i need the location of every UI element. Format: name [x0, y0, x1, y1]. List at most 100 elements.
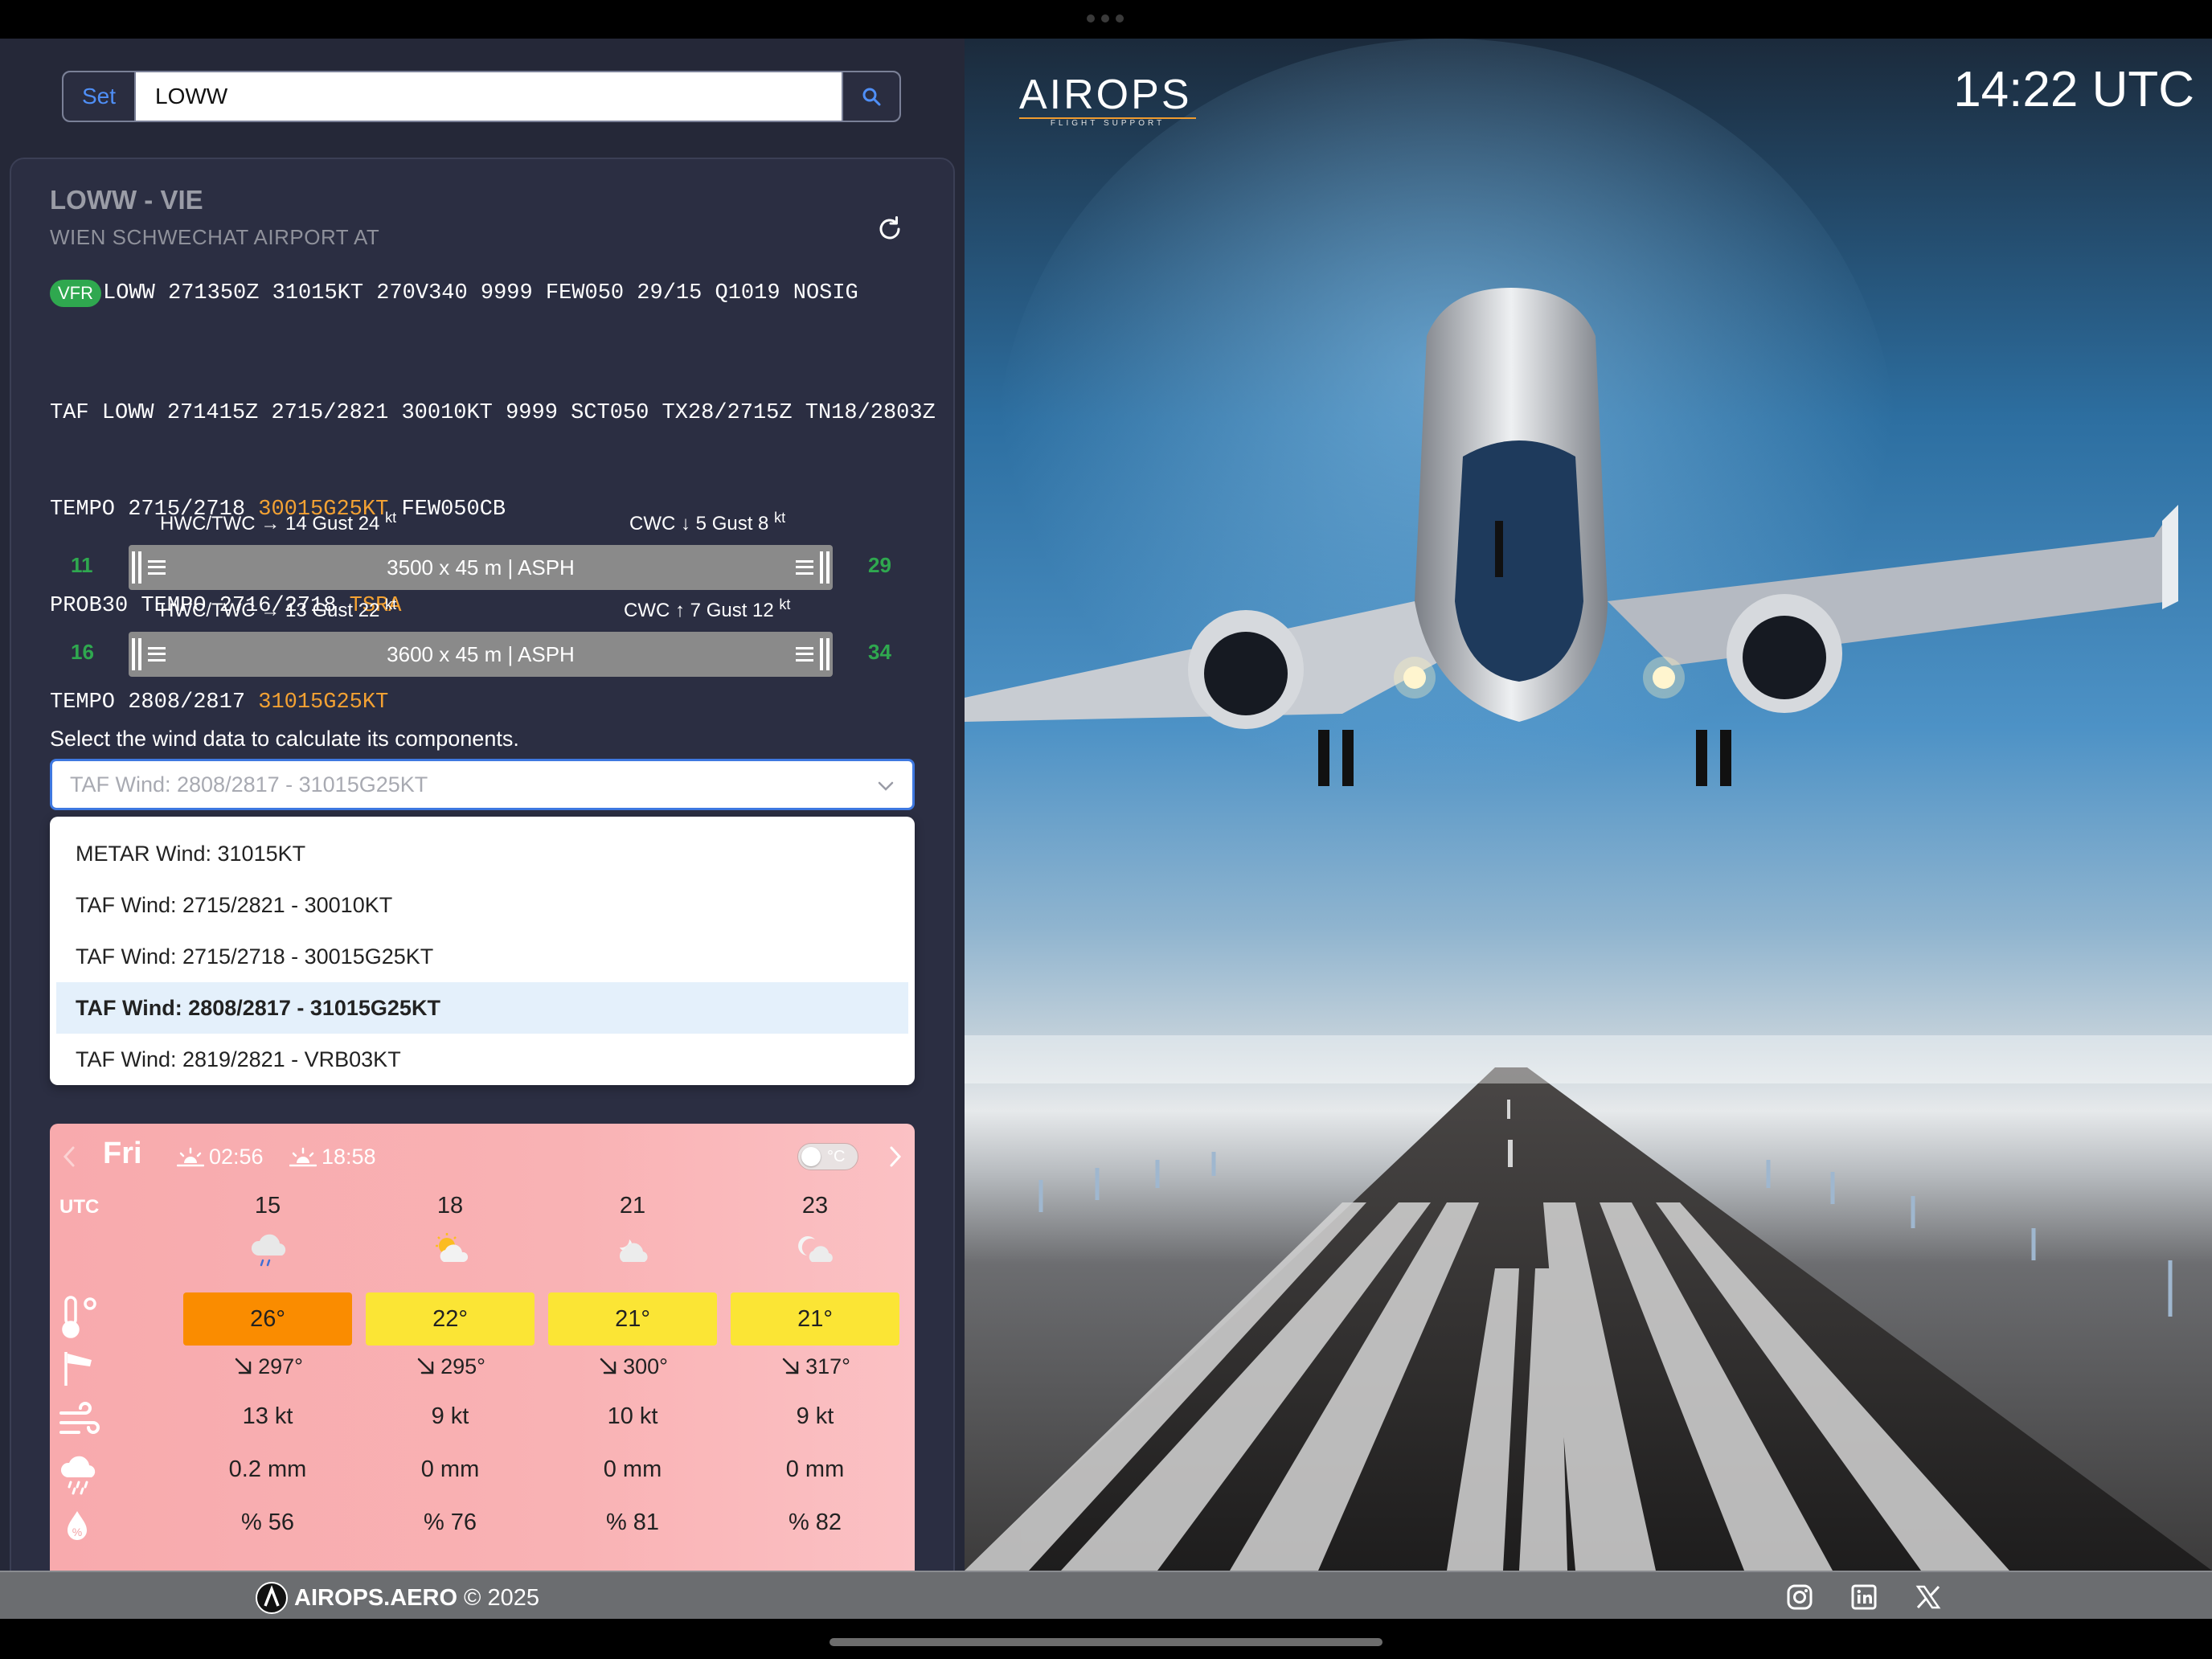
flight-category-badge: VFR: [50, 280, 101, 307]
wind-direction: 295°: [366, 1350, 535, 1382]
search-button[interactable]: [842, 72, 899, 121]
sunset: 18:58: [289, 1145, 376, 1169]
moon-cloud-icon: [731, 1228, 899, 1276]
airport-name: WIEN SCHWECHAT AIRPORT AT: [50, 225, 380, 249]
thermometer-icon: [62, 1296, 96, 1338]
weather-forecast-panel: Fri 02:56 18:58 °C UTC % 15 26° 297° 13 kt 0…: [50, 1124, 915, 1571]
airplane-landing-illustration: [965, 39, 2212, 1571]
icao-search-input[interactable]: [136, 72, 842, 121]
wind-speed: 9 kt: [431, 1403, 469, 1429]
runway-number-left: 16: [71, 640, 94, 664]
set-button[interactable]: Set: [63, 72, 136, 121]
temperature-cell: 22°: [366, 1292, 535, 1346]
wind-direction-value: 295°: [440, 1354, 485, 1378]
thunder-rain-cloud-icon: [183, 1228, 352, 1276]
footer-copyright: © 2025: [464, 1584, 539, 1611]
chevron-right-icon[interactable]: [887, 1145, 903, 1169]
moon-cloud-icon: [798, 1236, 833, 1262]
forecast-hour: 18: [436, 1193, 464, 1219]
home-indicator[interactable]: [830, 1638, 1382, 1646]
dropdown-option[interactable]: TAF Wind: 2819/2821 - VRB03KT: [50, 1034, 915, 1085]
wind-direction: 300°: [548, 1350, 717, 1382]
threshold-markings: [793, 551, 830, 584]
wind-direction-value: 300°: [623, 1354, 668, 1378]
unit-toggle[interactable]: °C: [797, 1143, 858, 1170]
precipitation: 0 mm: [420, 1456, 480, 1482]
multitask-handle[interactable]: [1087, 14, 1125, 23]
wind-direction-value: 317°: [805, 1354, 850, 1378]
wind-direction: 297°: [183, 1350, 352, 1382]
humidity-icon: %: [68, 1511, 87, 1540]
linkedin-icon[interactable]: [1850, 1583, 1878, 1611]
footer-brand-name: AIROPS.AERO: [294, 1584, 458, 1611]
sunrise-icon: [177, 1147, 204, 1166]
sunrise-time: 02:56: [209, 1145, 264, 1169]
footer: AIROPS.AERO © 2025: [0, 1571, 2212, 1619]
wind-sock-icon: [64, 1352, 92, 1386]
wind-icon: [59, 1402, 100, 1434]
sunset-icon: [289, 1147, 317, 1166]
runway-dimensions: 3500 x 45 m | ASPH: [387, 555, 575, 580]
rain-cloud-icon: [60, 1456, 96, 1495]
metar-text: LOWW 271350Z 31015KT 270V340 9999 FEW050…: [103, 281, 858, 305]
threshold-markings: [793, 638, 830, 670]
svg-text:%: %: [72, 1526, 82, 1538]
airport-title: LOWW - VIE: [50, 185, 203, 215]
crosswind-label: CWC ↓ 5 Gust 8 kt: [629, 510, 786, 535]
footer-brand[interactable]: AIROPS.AERO © 2025: [256, 1582, 539, 1614]
instagram-icon[interactable]: [1786, 1583, 1813, 1611]
runway-row: HWC/TWC → 14 Gust 24 kt CWC ↓ 5 Gust 8 k…: [50, 510, 918, 609]
search-bar: Set: [62, 71, 901, 122]
wind-direction: 317°: [731, 1350, 899, 1382]
chevron-left-icon[interactable]: [61, 1145, 77, 1169]
left-panel: Set LOWW - VIE WIEN SCHWECHAT AIRPORT AT…: [0, 39, 965, 1571]
wind-speed: 9 kt: [796, 1403, 834, 1429]
runway-dimensions: 3600 x 45 m | ASPH: [387, 641, 575, 666]
x-twitter-icon[interactable]: [1915, 1583, 1942, 1611]
headwind-label: HWC/TWC → 14 Gust 24 kt: [160, 510, 397, 535]
metar-line: VFR LOWW 271350Z 31015KT 270V340 9999 FEW…: [50, 280, 858, 307]
crosswind-label: CWC ↑ 7 Gust 12 kt: [624, 596, 791, 621]
airops-logo-icon: [256, 1582, 288, 1614]
top-bar: [0, 0, 2212, 39]
wind-select-label: Select the wind data to calculate its co…: [50, 727, 519, 751]
dropdown-option[interactable]: TAF Wind: 2715/2718 - 30015G25KT: [50, 931, 915, 982]
dropdown-option-selected[interactable]: TAF Wind: 2808/2817 - 31015G25KT: [56, 982, 908, 1034]
humidity: % 81: [605, 1509, 660, 1535]
dropdown-option[interactable]: METAR Wind: 31015KT: [50, 828, 915, 879]
humidity: % 82: [788, 1509, 842, 1535]
search-icon: [862, 88, 881, 106]
cloud-night-icon: [619, 1239, 648, 1262]
humidity: % 76: [423, 1509, 477, 1535]
wind-select[interactable]: TAF Wind: 2808/2817 - 31015G25KT: [50, 759, 915, 810]
wind-arrow-icon: [782, 1358, 799, 1374]
app-window: Set LOWW - VIE WIEN SCHWECHAT AIRPORT AT…: [0, 0, 2212, 1659]
sunrise: 02:56: [177, 1145, 264, 1169]
runway-number-right: 34: [868, 640, 891, 664]
forecast-day: Fri: [103, 1137, 142, 1170]
precipitation: 0 mm: [603, 1456, 662, 1482]
hero-image-panel: AIROPS FLIGHT SUPPORT 14:22 UTC: [965, 39, 2212, 1571]
threshold-markings: [132, 551, 169, 584]
thunder-rain-cloud-icon: [251, 1234, 286, 1267]
sun-behind-cloud-icon: [436, 1233, 469, 1262]
runway-number-left: 11: [71, 553, 93, 577]
utc-label: UTC: [59, 1196, 100, 1218]
wind-speed: 10 kt: [607, 1403, 658, 1429]
forecast-hour: 21: [619, 1193, 646, 1219]
forecast-hour: 23: [801, 1193, 829, 1219]
wind-dropdown-menu: METAR Wind: 31015KT TAF Wind: 2715/2821 …: [50, 817, 915, 1085]
utc-clock: 14:22 UTC: [1953, 62, 2194, 117]
wind-arrow-icon: [417, 1358, 434, 1374]
refresh-icon[interactable]: [875, 214, 905, 244]
unit-label: °C: [827, 1148, 846, 1165]
humidity: % 56: [240, 1509, 295, 1535]
sun-behind-cloud-icon: [366, 1228, 535, 1276]
temperature-cell: 21°: [731, 1292, 899, 1346]
runway-row: HWC/TWC → 13 Gust 22 kt CWC ↑ 7 Gust 12 …: [50, 596, 918, 696]
wind-arrow-icon: [600, 1358, 616, 1374]
dropdown-option[interactable]: TAF Wind: 2715/2821 - 30010KT: [50, 879, 915, 931]
runway-strip: 3600 x 45 m | ASPH: [129, 632, 833, 677]
wind-arrow-icon: [235, 1358, 252, 1374]
precipitation: 0.2 mm: [228, 1456, 307, 1482]
